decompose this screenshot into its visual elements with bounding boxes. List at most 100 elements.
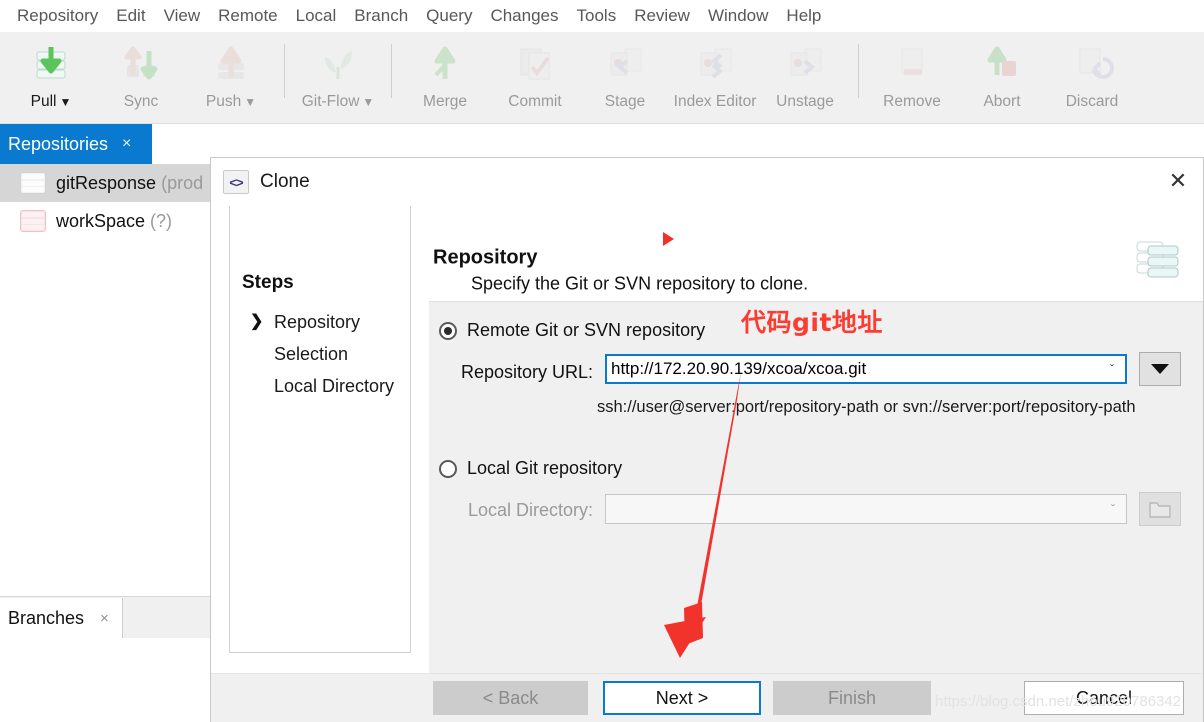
toolbar-label-merge: Merge (423, 93, 467, 110)
toolbar-button-discard[interactable]: Discard (1047, 32, 1137, 122)
toolbar-label-abort: Abort (983, 93, 1021, 110)
toolbar-text-push: Push (205, 93, 242, 110)
git-flow-icon (315, 40, 361, 86)
radio-button-local[interactable] (439, 459, 457, 478)
toolbar-button-abort[interactable]: Abort (957, 32, 1047, 122)
radio-label-local: Local Git repository (467, 458, 623, 478)
local-directory-label: Local Directory: (467, 500, 593, 520)
toolbar-button-sync[interactable]: Sync (96, 32, 186, 122)
toolbar-separator (284, 44, 285, 98)
menu-item-review[interactable]: Review (625, 0, 699, 32)
discard-icon (1069, 40, 1115, 86)
step-item-local-directory[interactable]: Local Directory (242, 370, 412, 402)
close-icon[interactable]: ✕ (1161, 166, 1195, 196)
local-directory-browse-button[interactable] (1139, 492, 1181, 526)
radio-local-repository[interactable]: Local Git repository (439, 458, 622, 479)
tab-repositories-label: Repositories (8, 133, 109, 154)
menu-item-local[interactable]: Local (287, 0, 346, 32)
toolbar-label-remove: Remove (883, 93, 941, 110)
repository-url-dropdown-button[interactable] (1139, 352, 1181, 386)
finish-button[interactable]: Finish (773, 681, 931, 715)
clone-dialog: <> Clone ✕ Steps Repository Selection Lo… (210, 157, 1204, 722)
repositories-tabstrip: Repositories × (0, 124, 212, 164)
close-icon[interactable]: × (100, 610, 109, 627)
radio-remote-repository[interactable]: Remote Git or SVN repository (439, 320, 705, 341)
repository-url-value[interactable]: http://172.20.90.139/xcoa/xcoa.git (607, 359, 1099, 379)
tab-branches[interactable]: Branches × (0, 598, 123, 639)
step-item-selection[interactable]: Selection (242, 338, 412, 370)
toolbar-button-merge[interactable]: Merge (400, 32, 490, 122)
toolbar-button-git-flow[interactable]: Git-Flow ▼ (293, 32, 383, 122)
menu-item-edit[interactable]: Edit (107, 0, 154, 32)
chevron-down-icon[interactable]: ˇ (1100, 502, 1126, 516)
repository-url-hint: ssh://user@server:port/repository-path o… (597, 398, 1136, 416)
steps-panel: Steps Repository Selection Local Directo… (229, 206, 411, 653)
toolbar-button-remove[interactable]: Remove (867, 32, 957, 122)
toolbar-label-index-editor: Index Editor (673, 93, 757, 110)
page-title: Repository (433, 246, 538, 269)
repository-icon (20, 172, 46, 194)
radio-button-remote[interactable] (439, 321, 457, 340)
unstage-icon (782, 40, 828, 86)
dialog-title: Clone (260, 171, 310, 192)
folder-icon (1149, 502, 1171, 518)
toolbar-separator (858, 44, 859, 98)
branches-tabstrip: Branches × (0, 596, 212, 639)
step-item-repository[interactable]: Repository (242, 306, 412, 338)
list-item[interactable]: workSpace (?) (0, 202, 212, 240)
annotation-chinese-note: 代码git地址 (741, 308, 883, 337)
next-button[interactable]: Next > (603, 681, 761, 715)
chevron-down-icon[interactable]: ˇ (1099, 362, 1125, 376)
tab-branches-label: Branches (8, 607, 85, 628)
repository-stack-icon (1135, 234, 1181, 278)
toolbar-label-stage: Stage (604, 93, 646, 110)
remove-icon (889, 40, 935, 86)
repository-url-input[interactable]: http://172.20.90.139/xcoa/xcoa.git ˇ (605, 354, 1127, 384)
menu-item-changes[interactable]: Changes (481, 0, 567, 32)
push-icon (208, 40, 254, 86)
toolbar-button-unstage[interactable]: Unstage (760, 32, 850, 122)
tab-repositories[interactable]: Repositories × (0, 124, 152, 164)
toolbar-button-commit[interactable]: Commit (490, 32, 580, 122)
branches-panel-body (0, 638, 212, 722)
menu-item-remote[interactable]: Remote (209, 0, 287, 32)
menu-item-branch[interactable]: Branch (345, 0, 417, 32)
local-directory-input[interactable]: ˇ (605, 494, 1127, 524)
dialog-body: Steps Repository Selection Local Directo… (211, 206, 1203, 673)
repository-name: workSpace (56, 210, 146, 231)
page-subtitle: Specify the Git or SVN repository to clo… (471, 273, 809, 294)
toolbar-button-pull[interactable]: Pull ▼ (6, 32, 96, 122)
repository-url-label: Repository URL: (460, 362, 593, 382)
content-form: Remote Git or SVN repository Repository … (429, 302, 1203, 673)
chevron-down-icon[interactable]: ▼ (362, 95, 374, 109)
merge-icon (422, 40, 468, 86)
toolbar-label-unstage: Unstage (776, 93, 834, 110)
menu-item-help[interactable]: Help (777, 0, 830, 32)
menu-item-query[interactable]: Query (417, 0, 481, 32)
toolbar-label-commit: Commit (508, 93, 562, 110)
watermark: https://blog.csdn.net/zhou920786342 (935, 693, 1182, 710)
index-editor-icon (692, 40, 738, 86)
toolbar-label-discard: Discard (1065, 93, 1119, 110)
menu-item-tools[interactable]: Tools (568, 0, 626, 32)
close-icon[interactable]: × (122, 135, 131, 153)
repository-list: gitResponse (prod workSpace (?) (0, 164, 212, 240)
menu-item-window[interactable]: Window (699, 0, 777, 32)
toolbar-button-index-editor[interactable]: Index Editor (670, 32, 760, 122)
menu-item-repository[interactable]: Repository (8, 0, 107, 32)
steps-title: Steps (242, 272, 294, 293)
menu-item-view[interactable]: View (155, 0, 210, 32)
toolbar-button-push[interactable]: Push ▼ (186, 32, 276, 122)
chevron-down-icon[interactable]: ▼ (244, 95, 256, 109)
list-item[interactable]: gitResponse (prod (0, 164, 212, 202)
triangle-down-icon (1151, 364, 1169, 374)
code-brackets-icon: <> (223, 170, 249, 194)
back-button[interactable]: < Back (433, 681, 588, 715)
toolbar-separator (391, 44, 392, 98)
dialog-titlebar: <> Clone (211, 158, 1203, 206)
commit-icon (512, 40, 558, 86)
toolbar-button-stage[interactable]: Stage (580, 32, 670, 122)
application-window: Repository Edit View Remote Local Branch… (0, 0, 1204, 722)
chevron-down-icon[interactable]: ▼ (59, 95, 71, 109)
abort-icon (979, 40, 1025, 86)
